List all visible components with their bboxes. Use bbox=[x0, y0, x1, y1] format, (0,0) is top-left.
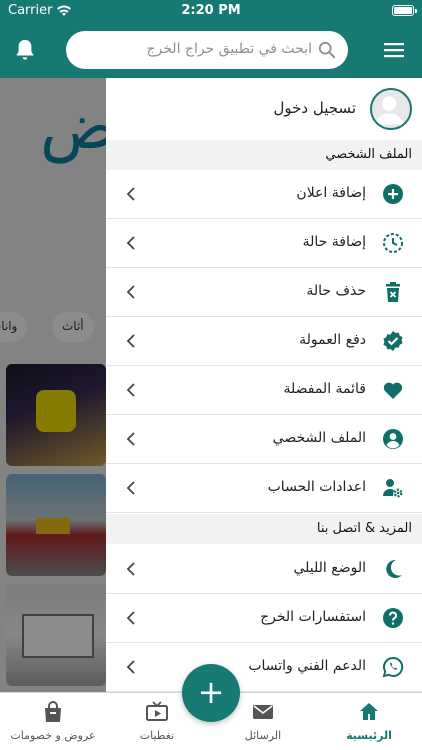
search-placeholder: ابحث في تطبيق حراج الخرج bbox=[146, 41, 313, 57]
menu-item-label: اعدادات الحساب bbox=[267, 479, 366, 495]
chevron-left-icon bbox=[126, 660, 135, 674]
moon-icon bbox=[386, 559, 402, 578]
chevron-left-icon bbox=[126, 187, 135, 201]
section-header-more: المزيد & اتصل بنا bbox=[106, 514, 422, 544]
clock-icon bbox=[383, 233, 403, 253]
tab-offers[interactable]: عروض و خصومات bbox=[0, 701, 106, 742]
mail-icon bbox=[253, 705, 273, 719]
background-dim-overlay[interactable] bbox=[0, 78, 106, 692]
add-listing-button[interactable]: + bbox=[182, 664, 240, 722]
menu-item-favorites[interactable]: قائمة المفضلة bbox=[106, 366, 422, 415]
bell-icon[interactable] bbox=[14, 38, 36, 62]
battery-icon bbox=[392, 5, 417, 16]
menu-item-label: قائمة المفضلة bbox=[283, 381, 366, 397]
drawer-login-row[interactable]: تسجيل دخول bbox=[106, 78, 422, 140]
menu-item-pay-commission[interactable]: دفع العمولة bbox=[106, 317, 422, 366]
menu-item-label: الملف الشخصي bbox=[272, 430, 366, 446]
home-icon bbox=[360, 703, 378, 720]
menu-item-label: إضافة حالة bbox=[302, 234, 366, 250]
top-bar: ابحث في تطبيق حراج الخرج bbox=[0, 22, 422, 78]
chevron-left-icon bbox=[126, 236, 135, 250]
trash-icon bbox=[386, 282, 400, 302]
user-placeholder-icon bbox=[374, 96, 404, 125]
plus-circle-icon bbox=[383, 184, 403, 204]
tab-home[interactable]: الرئيسية bbox=[316, 701, 422, 742]
verified-badge-icon bbox=[383, 331, 403, 351]
chevron-left-icon bbox=[126, 383, 135, 397]
login-label: تسجيل دخول bbox=[273, 99, 357, 117]
menu-item-inquiries[interactable]: استفسارات الخرج bbox=[106, 594, 422, 643]
menu-item-label: إضافة اعلان bbox=[296, 185, 366, 201]
video-icon bbox=[146, 701, 168, 721]
chevron-left-icon bbox=[126, 285, 135, 299]
search-input[interactable]: ابحث في تطبيق حراج الخرج bbox=[66, 31, 348, 69]
menu-item-add-ad[interactable]: إضافة اعلان bbox=[106, 170, 422, 219]
search-icon bbox=[318, 41, 336, 59]
account-circle-icon bbox=[383, 429, 403, 449]
menu-item-label: الوضع الليلي bbox=[293, 560, 367, 576]
user-settings-icon bbox=[383, 479, 403, 498]
menu-item-label: الدعم الفني واتساب bbox=[248, 658, 366, 674]
chevron-left-icon bbox=[126, 611, 135, 625]
chevron-left-icon bbox=[126, 432, 135, 446]
chevron-left-icon bbox=[126, 562, 135, 576]
status-bar: Carrier 2:20 PM bbox=[0, 0, 422, 22]
menu-item-label: استفسارات الخرج bbox=[260, 609, 366, 625]
whatsapp-icon bbox=[382, 656, 404, 678]
heart-icon bbox=[383, 382, 403, 399]
menu-item-account-settings[interactable]: اعدادات الحساب bbox=[106, 464, 422, 513]
side-drawer: تسجيل دخول الملف الشخصي إضافة اعلان إضاف… bbox=[106, 78, 422, 692]
shopping-bag-icon bbox=[45, 701, 61, 722]
status-time: 2:20 PM bbox=[181, 3, 241, 18]
menu-item-profile[interactable]: الملف الشخصي bbox=[106, 415, 422, 464]
menu-item-whatsapp-support[interactable]: الدعم الفني واتساب bbox=[106, 643, 422, 692]
help-icon bbox=[383, 608, 403, 628]
chevron-left-icon bbox=[126, 334, 135, 348]
menu-item-delete-status[interactable]: حذف حالة bbox=[106, 268, 422, 317]
menu-item-label: حذف حالة bbox=[306, 283, 366, 299]
chevron-left-icon bbox=[126, 481, 135, 495]
menu-item-label: دفع العمولة bbox=[299, 332, 366, 348]
section-header-profile: الملف الشخصي bbox=[106, 140, 422, 170]
hamburger-menu-icon[interactable] bbox=[384, 42, 404, 58]
menu-item-dark-mode[interactable]: الوضع الليلي bbox=[106, 545, 422, 594]
avatar bbox=[370, 88, 412, 130]
menu-item-add-status[interactable]: إضافة حالة bbox=[106, 219, 422, 268]
